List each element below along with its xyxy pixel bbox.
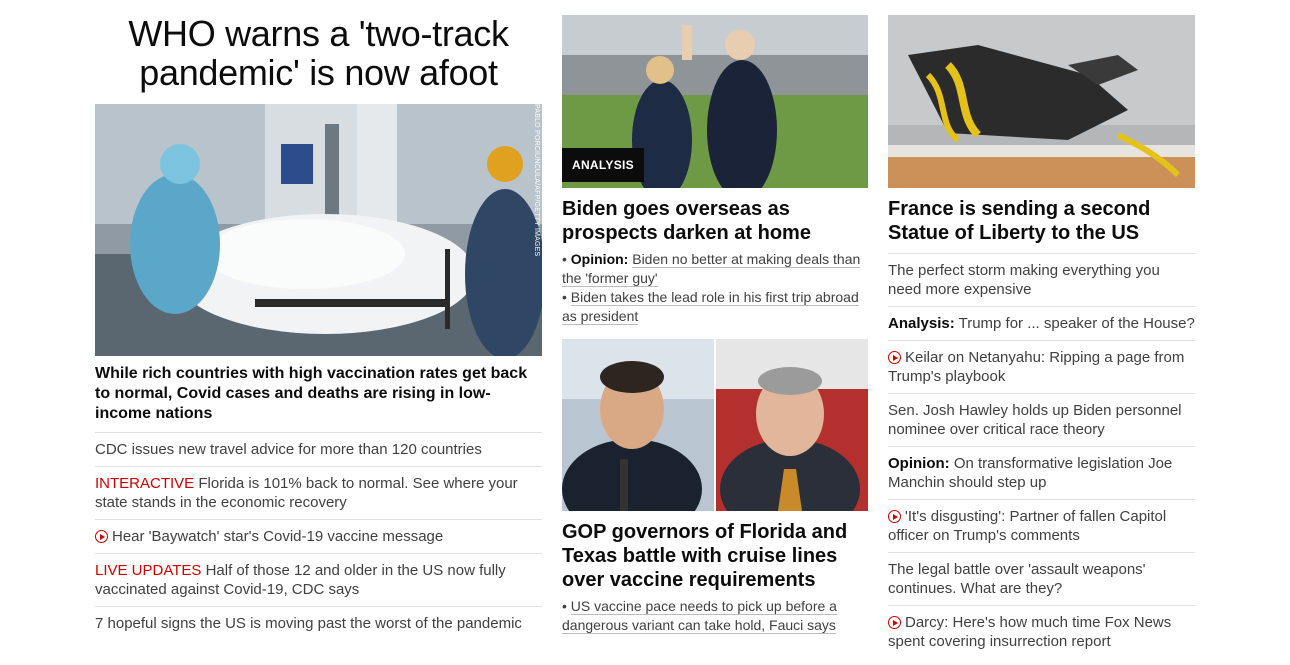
list-item-text: Trump for ... speaker of the House? [954, 315, 1195, 332]
list-item[interactable]: 7 hopeful signs the US is moving past th… [95, 606, 542, 640]
main-story-lead[interactable]: While rich countries with high vaccinati… [95, 364, 542, 424]
analysis-label: Analysis: [888, 315, 955, 332]
statue-story-image[interactable] [888, 15, 1195, 188]
list-item[interactable]: Hear 'Baywatch' star's Covid-19 vaccine … [95, 519, 542, 553]
list-item-text: 'It's disgusting': Partner of fallen Cap… [888, 508, 1167, 544]
play-icon [888, 351, 901, 364]
gop-story-title[interactable]: GOP governors of Florida and Texas battl… [562, 520, 868, 592]
list-item-text: The legal battle over 'assault weapons' … [888, 561, 1146, 597]
list-item[interactable]: Opinion: On transformative legislation J… [888, 446, 1195, 499]
interactive-tag: INTERACTIVE [95, 475, 195, 492]
list-item-text: CDC issues new travel advice for more th… [95, 441, 482, 458]
sublink-text: US vaccine pace needs to pick up before … [562, 598, 837, 634]
main-story-list: CDC issues new travel advice for more th… [95, 432, 542, 640]
sublink[interactable]: • Opinion: Biden no better at making dea… [562, 250, 868, 288]
gop-story-image[interactable] [562, 339, 868, 511]
list-item-text: The perfect storm making everything you … [888, 262, 1160, 298]
list-item-text: Sen. Josh Hawley holds up Biden personne… [888, 402, 1182, 438]
governors-photo [562, 339, 868, 511]
list-item[interactable]: 'It's disgusting': Partner of fallen Cap… [888, 499, 1195, 552]
biden-sublinks: • Opinion: Biden no better at making dea… [562, 250, 868, 326]
statue-story-title[interactable]: France is sending a second Statue of Lib… [888, 197, 1195, 245]
main-story-column: WHO warns a 'two-track pandemic' is now … [95, 0, 542, 640]
list-item-text: Darcy: Here's how much time Fox News spe… [888, 614, 1172, 650]
list-item-text: 7 hopeful signs the US is moving past th… [95, 615, 522, 632]
sublink[interactable]: • US vaccine pace needs to pick up befor… [562, 597, 868, 635]
hospital-photo [95, 104, 542, 356]
play-icon [888, 510, 901, 523]
list-item[interactable]: Analysis: Trump for ... speaker of the H… [888, 306, 1195, 340]
biden-story-title[interactable]: Biden goes overseas as prospects darken … [562, 197, 868, 245]
biden-story-image[interactable]: ANALYSIS [562, 15, 868, 188]
sublink-text: Biden takes the lead role in his first t… [562, 289, 859, 325]
play-icon [888, 616, 901, 629]
opinion-label: Opinion: [888, 455, 950, 472]
main-headline[interactable]: WHO warns a 'two-track pandemic' is now … [95, 14, 542, 92]
photo-credit: PABLO PORCIUNCULA/AFP/GETTY IMAGES [533, 104, 540, 257]
third-story-column: France is sending a second Statue of Lib… [888, 0, 1195, 658]
list-item[interactable]: The legal battle over 'assault weapons' … [888, 552, 1195, 605]
list-item-text: Keilar on Netanyahu: Ripping a page from… [888, 349, 1185, 385]
analysis-badge: ANALYSIS [562, 148, 644, 182]
statue-photo [888, 15, 1195, 188]
list-item[interactable]: The perfect storm making everything you … [888, 253, 1195, 306]
headlines-list: The perfect storm making everything you … [888, 253, 1195, 658]
list-item[interactable]: CDC issues new travel advice for more th… [95, 432, 542, 466]
play-icon [95, 530, 108, 543]
live-updates-tag: LIVE UPDATES [95, 562, 202, 579]
gop-sublinks: • US vaccine pace needs to pick up befor… [562, 597, 868, 635]
main-story-image[interactable]: PABLO PORCIUNCULA/AFP/GETTY IMAGES [95, 104, 542, 356]
list-item[interactable]: Sen. Josh Hawley holds up Biden personne… [888, 393, 1195, 446]
list-item[interactable]: Darcy: Here's how much time Fox News spe… [888, 605, 1195, 658]
list-item[interactable]: LIVE UPDATES Half of those 12 and older … [95, 553, 542, 606]
list-item[interactable]: Keilar on Netanyahu: Ripping a page from… [888, 340, 1195, 393]
second-story-column: ANALYSIS Biden goes overseas as prospect… [562, 0, 868, 635]
sublink[interactable]: • Biden takes the lead role in his first… [562, 288, 868, 326]
list-item-text: Hear 'Baywatch' star's Covid-19 vaccine … [112, 528, 444, 545]
list-item[interactable]: INTERACTIVE Florida is 101% back to norm… [95, 466, 542, 519]
opinion-label: Opinion: [570, 251, 629, 267]
